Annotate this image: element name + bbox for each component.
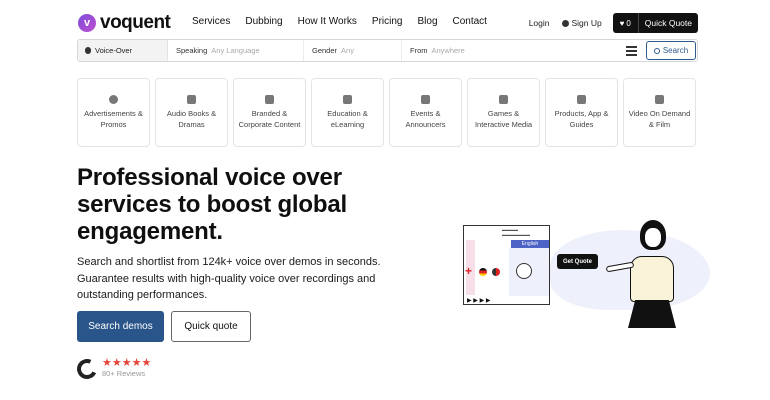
building-icon [265,95,274,105]
voice-casting-panel-illustration: ▬▬▬▬ ▬▬▬▬▬▬▬ + English ▶ ▶ ▶ ▶ [463,225,550,305]
flag-icon [479,268,487,276]
face-shape [644,227,662,248]
panel-header-lines: ▬▬▬▬ ▬▬▬▬▬▬▬ [502,227,530,237]
gender-label: Gender [312,46,338,55]
nav-item-services[interactable]: Services [192,16,230,27]
review-count: 80+ Reviews [102,369,146,378]
logo-text: voquent [100,12,171,33]
category-label: Products, App & Guides [554,109,609,129]
nav-item-dubbing[interactable]: Dubbing [245,16,282,27]
voquent-logo[interactable]: v voquent [78,12,171,34]
voice-type-select[interactable]: Voice-Over [78,40,168,61]
category-label: Games & Interactive Media [474,109,533,129]
nav-item-contact[interactable]: Contact [453,16,487,27]
quick-quote-button[interactable]: Quick Quote [637,13,698,33]
category-label: Advertisements & Promos [84,109,143,129]
category-branded[interactable]: Branded & Corporate Content [233,78,306,147]
speaking-field[interactable]: Speaking Any Language [168,40,304,61]
nav-item-blog[interactable]: Blog [417,16,437,27]
voice-type-value: Voice-Over [95,46,133,55]
favorites-button[interactable]: ♥ 0 [612,13,638,33]
announcer-icon [421,95,430,105]
category-video[interactable]: Video On Demand & Film [623,78,696,147]
category-label: Branded & Corporate Content [238,109,301,129]
nav-item-pricing[interactable]: Pricing [372,16,403,27]
search-button[interactable]: Search [646,41,696,60]
search-demos-button[interactable]: Search demos [77,311,164,342]
reviews-info: ★★★★★ 80+ Reviews [102,358,151,379]
speaking-placeholder: Any Language [211,46,260,55]
category-label: Education & eLearning [327,109,368,129]
get-quote-bubble: Get Quote [557,254,598,269]
gamepad-icon [499,95,508,105]
play-controls-icon: ▶ ▶ ▶ ▶ [467,298,491,304]
signup-link[interactable]: Sign Up [561,18,602,28]
heart-icon: ♥ [619,18,625,28]
search-button-label: Search [662,46,689,55]
category-label: Video On Demand & Film [628,109,691,129]
skirt-shape [628,300,676,328]
review-site-logo-icon [74,355,100,382]
gender-field[interactable]: Gender Any [304,40,402,61]
signup-label: Sign Up [571,18,602,28]
category-games[interactable]: Games & Interactive Media [467,78,540,147]
account-nav: Login Sign Up ♥ 0 Quick Quote [529,13,698,33]
quick-quote-hero-button[interactable]: Quick quote [171,311,251,342]
monitor-icon [343,95,352,105]
category-education[interactable]: Education & eLearning [311,78,384,147]
video-icon [655,95,664,105]
category-events[interactable]: Events & Announcers [389,78,462,147]
gear-icon [577,95,586,105]
speaking-label: Speaking [176,46,208,55]
category-tiles: Advertisements & Promos Audio Books & Dr… [77,78,696,147]
hero-illustration: ▬▬▬▬ ▬▬▬▬▬▬▬ + English ▶ ▶ ▶ ▶ Get Quote [440,200,710,340]
user-icon [561,19,569,27]
star-rating: ★★★★★ [102,357,152,369]
category-products[interactable]: Products, App & Guides [545,78,618,147]
plus-icon: + [465,264,473,278]
flag-icon [492,268,500,276]
torso-shape [630,256,674,302]
megaphone-icon [109,95,118,105]
category-label: Events & Announcers [405,109,446,129]
favorites-count: 0 [626,18,631,28]
from-placeholder: Anywhere [431,46,465,55]
category-audio-books[interactable]: Audio Books & Dramas [155,78,228,147]
search-icon [653,47,660,54]
person-illustration [605,220,688,330]
voice-search-bar: Voice-Over Speaking Any Language Gender … [77,39,698,62]
from-field[interactable]: From Anywhere [402,40,622,61]
filter-sliders-icon[interactable] [626,46,637,56]
book-icon [187,95,196,105]
hero-title: Professional voice over services to boos… [77,164,347,245]
main-menu: Services Dubbing How It Works Pricing Bl… [192,16,502,27]
microphone-icon [85,47,91,54]
from-label: From [410,46,428,55]
category-label: Audio Books & Dramas [166,109,217,129]
reviews-badge[interactable]: ★★★★★ 80+ Reviews [74,355,151,382]
gender-placeholder: Any [341,46,354,55]
logo-mark-icon: v [78,14,96,32]
avatar-icon [516,263,532,279]
nav-item-how-it-works[interactable]: How It Works [298,16,357,27]
language-bar: English [511,240,549,248]
login-link[interactable]: Login [529,18,550,28]
category-advertisements[interactable]: Advertisements & Promos [77,78,150,147]
hero-subtitle: Search and shortlist from 124k+ voice ov… [77,256,381,301]
